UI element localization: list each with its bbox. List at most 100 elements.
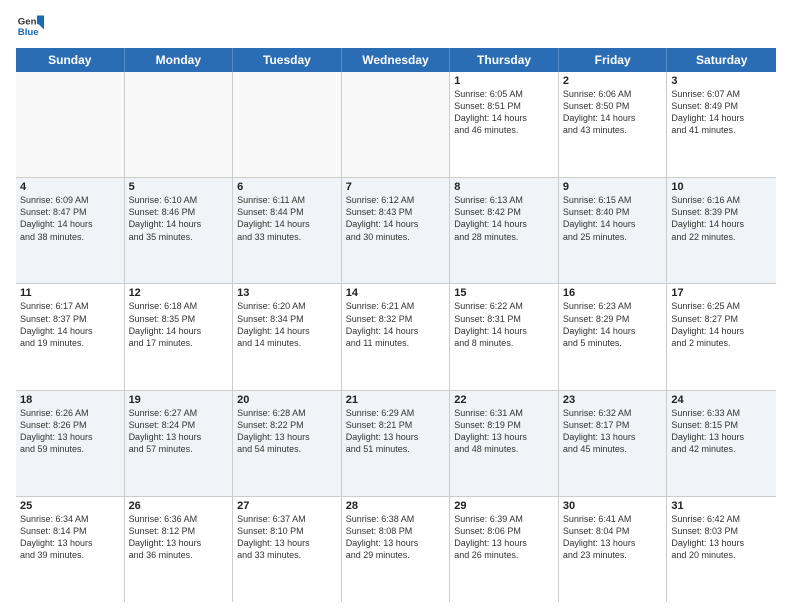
cell-info: Sunrise: 6:13 AM Sunset: 8:42 PM Dayligh…: [454, 194, 554, 243]
calendar-cell-22: 22Sunrise: 6:31 AM Sunset: 8:19 PM Dayli…: [450, 391, 559, 496]
cell-info: Sunrise: 6:22 AM Sunset: 8:31 PM Dayligh…: [454, 300, 554, 349]
cell-info: Sunrise: 6:17 AM Sunset: 8:37 PM Dayligh…: [20, 300, 120, 349]
cell-info: Sunrise: 6:27 AM Sunset: 8:24 PM Dayligh…: [129, 407, 229, 456]
day-number: 29: [454, 500, 554, 512]
cell-info: Sunrise: 6:26 AM Sunset: 8:26 PM Dayligh…: [20, 407, 120, 456]
cell-info: Sunrise: 6:32 AM Sunset: 8:17 PM Dayligh…: [563, 407, 663, 456]
cell-info: Sunrise: 6:21 AM Sunset: 8:32 PM Dayligh…: [346, 300, 446, 349]
calendar-cell-empty-3: [342, 72, 451, 177]
calendar-cell-empty-0: [16, 72, 125, 177]
day-number: 3: [671, 75, 772, 87]
day-number: 7: [346, 181, 446, 193]
calendar-cell-24: 24Sunrise: 6:33 AM Sunset: 8:15 PM Dayli…: [667, 391, 776, 496]
calendar-cell-empty-2: [233, 72, 342, 177]
cell-info: Sunrise: 6:41 AM Sunset: 8:04 PM Dayligh…: [563, 513, 663, 562]
calendar-cell-14: 14Sunrise: 6:21 AM Sunset: 8:32 PM Dayli…: [342, 284, 451, 389]
day-number: 13: [237, 287, 337, 299]
day-number: 11: [20, 287, 120, 299]
cell-info: Sunrise: 6:20 AM Sunset: 8:34 PM Dayligh…: [237, 300, 337, 349]
day-number: 22: [454, 394, 554, 406]
day-number: 16: [563, 287, 663, 299]
calendar-cell-20: 20Sunrise: 6:28 AM Sunset: 8:22 PM Dayli…: [233, 391, 342, 496]
logo: General Blue: [16, 12, 44, 40]
calendar-cell-23: 23Sunrise: 6:32 AM Sunset: 8:17 PM Dayli…: [559, 391, 668, 496]
day-number: 23: [563, 394, 663, 406]
day-number: 25: [20, 500, 120, 512]
calendar-cell-7: 7Sunrise: 6:12 AM Sunset: 8:43 PM Daylig…: [342, 178, 451, 283]
header-day-friday: Friday: [559, 48, 668, 72]
cell-info: Sunrise: 6:36 AM Sunset: 8:12 PM Dayligh…: [129, 513, 229, 562]
calendar-cell-15: 15Sunrise: 6:22 AM Sunset: 8:31 PM Dayli…: [450, 284, 559, 389]
calendar-cell-25: 25Sunrise: 6:34 AM Sunset: 8:14 PM Dayli…: [16, 497, 125, 602]
day-number: 21: [346, 394, 446, 406]
day-number: 17: [671, 287, 772, 299]
calendar-cell-31: 31Sunrise: 6:42 AM Sunset: 8:03 PM Dayli…: [667, 497, 776, 602]
calendar-cell-18: 18Sunrise: 6:26 AM Sunset: 8:26 PM Dayli…: [16, 391, 125, 496]
svg-text:Blue: Blue: [18, 27, 39, 38]
day-number: 5: [129, 181, 229, 193]
calendar-cell-6: 6Sunrise: 6:11 AM Sunset: 8:44 PM Daylig…: [233, 178, 342, 283]
cell-info: Sunrise: 6:42 AM Sunset: 8:03 PM Dayligh…: [671, 513, 772, 562]
cell-info: Sunrise: 6:15 AM Sunset: 8:40 PM Dayligh…: [563, 194, 663, 243]
calendar-row-0: 1Sunrise: 6:05 AM Sunset: 8:51 PM Daylig…: [16, 72, 776, 178]
calendar: SundayMondayTuesdayWednesdayThursdayFrid…: [16, 48, 776, 602]
cell-info: Sunrise: 6:10 AM Sunset: 8:46 PM Dayligh…: [129, 194, 229, 243]
calendar-cell-13: 13Sunrise: 6:20 AM Sunset: 8:34 PM Dayli…: [233, 284, 342, 389]
day-number: 2: [563, 75, 663, 87]
cell-info: Sunrise: 6:16 AM Sunset: 8:39 PM Dayligh…: [671, 194, 772, 243]
calendar-cell-28: 28Sunrise: 6:38 AM Sunset: 8:08 PM Dayli…: [342, 497, 451, 602]
header-day-thursday: Thursday: [450, 48, 559, 72]
cell-info: Sunrise: 6:07 AM Sunset: 8:49 PM Dayligh…: [671, 88, 772, 137]
day-number: 14: [346, 287, 446, 299]
cell-info: Sunrise: 6:18 AM Sunset: 8:35 PM Dayligh…: [129, 300, 229, 349]
cell-info: Sunrise: 6:34 AM Sunset: 8:14 PM Dayligh…: [20, 513, 120, 562]
calendar-row-1: 4Sunrise: 6:09 AM Sunset: 8:47 PM Daylig…: [16, 178, 776, 284]
cell-info: Sunrise: 6:28 AM Sunset: 8:22 PM Dayligh…: [237, 407, 337, 456]
cell-info: Sunrise: 6:33 AM Sunset: 8:15 PM Dayligh…: [671, 407, 772, 456]
cell-info: Sunrise: 6:37 AM Sunset: 8:10 PM Dayligh…: [237, 513, 337, 562]
header-day-wednesday: Wednesday: [342, 48, 451, 72]
calendar-cell-19: 19Sunrise: 6:27 AM Sunset: 8:24 PM Dayli…: [125, 391, 234, 496]
cell-info: Sunrise: 6:23 AM Sunset: 8:29 PM Dayligh…: [563, 300, 663, 349]
cell-info: Sunrise: 6:25 AM Sunset: 8:27 PM Dayligh…: [671, 300, 772, 349]
cell-info: Sunrise: 6:06 AM Sunset: 8:50 PM Dayligh…: [563, 88, 663, 137]
calendar-cell-9: 9Sunrise: 6:15 AM Sunset: 8:40 PM Daylig…: [559, 178, 668, 283]
calendar-cell-12: 12Sunrise: 6:18 AM Sunset: 8:35 PM Dayli…: [125, 284, 234, 389]
cell-info: Sunrise: 6:09 AM Sunset: 8:47 PM Dayligh…: [20, 194, 120, 243]
calendar-cell-5: 5Sunrise: 6:10 AM Sunset: 8:46 PM Daylig…: [125, 178, 234, 283]
calendar-cell-11: 11Sunrise: 6:17 AM Sunset: 8:37 PM Dayli…: [16, 284, 125, 389]
day-number: 28: [346, 500, 446, 512]
day-number: 4: [20, 181, 120, 193]
calendar-row-3: 18Sunrise: 6:26 AM Sunset: 8:26 PM Dayli…: [16, 391, 776, 497]
cell-info: Sunrise: 6:29 AM Sunset: 8:21 PM Dayligh…: [346, 407, 446, 456]
cell-info: Sunrise: 6:11 AM Sunset: 8:44 PM Dayligh…: [237, 194, 337, 243]
day-number: 15: [454, 287, 554, 299]
calendar-cell-8: 8Sunrise: 6:13 AM Sunset: 8:42 PM Daylig…: [450, 178, 559, 283]
cell-info: Sunrise: 6:31 AM Sunset: 8:19 PM Dayligh…: [454, 407, 554, 456]
day-number: 26: [129, 500, 229, 512]
day-number: 30: [563, 500, 663, 512]
page: General Blue SundayMondayTuesdayWednesda…: [0, 0, 792, 612]
cell-info: Sunrise: 6:39 AM Sunset: 8:06 PM Dayligh…: [454, 513, 554, 562]
calendar-cell-27: 27Sunrise: 6:37 AM Sunset: 8:10 PM Dayli…: [233, 497, 342, 602]
header-day-saturday: Saturday: [667, 48, 776, 72]
header: General Blue: [16, 12, 776, 40]
day-number: 9: [563, 181, 663, 193]
day-number: 1: [454, 75, 554, 87]
day-number: 8: [454, 181, 554, 193]
cell-info: Sunrise: 6:38 AM Sunset: 8:08 PM Dayligh…: [346, 513, 446, 562]
header-day-monday: Monday: [125, 48, 234, 72]
calendar-cell-3: 3Sunrise: 6:07 AM Sunset: 8:49 PM Daylig…: [667, 72, 776, 177]
day-number: 18: [20, 394, 120, 406]
day-number: 27: [237, 500, 337, 512]
day-number: 10: [671, 181, 772, 193]
calendar-row-4: 25Sunrise: 6:34 AM Sunset: 8:14 PM Dayli…: [16, 497, 776, 602]
calendar-row-2: 11Sunrise: 6:17 AM Sunset: 8:37 PM Dayli…: [16, 284, 776, 390]
header-day-tuesday: Tuesday: [233, 48, 342, 72]
calendar-cell-2: 2Sunrise: 6:06 AM Sunset: 8:50 PM Daylig…: [559, 72, 668, 177]
calendar-cell-10: 10Sunrise: 6:16 AM Sunset: 8:39 PM Dayli…: [667, 178, 776, 283]
calendar-cell-29: 29Sunrise: 6:39 AM Sunset: 8:06 PM Dayli…: [450, 497, 559, 602]
day-number: 20: [237, 394, 337, 406]
day-number: 24: [671, 394, 772, 406]
calendar-header: SundayMondayTuesdayWednesdayThursdayFrid…: [16, 48, 776, 72]
